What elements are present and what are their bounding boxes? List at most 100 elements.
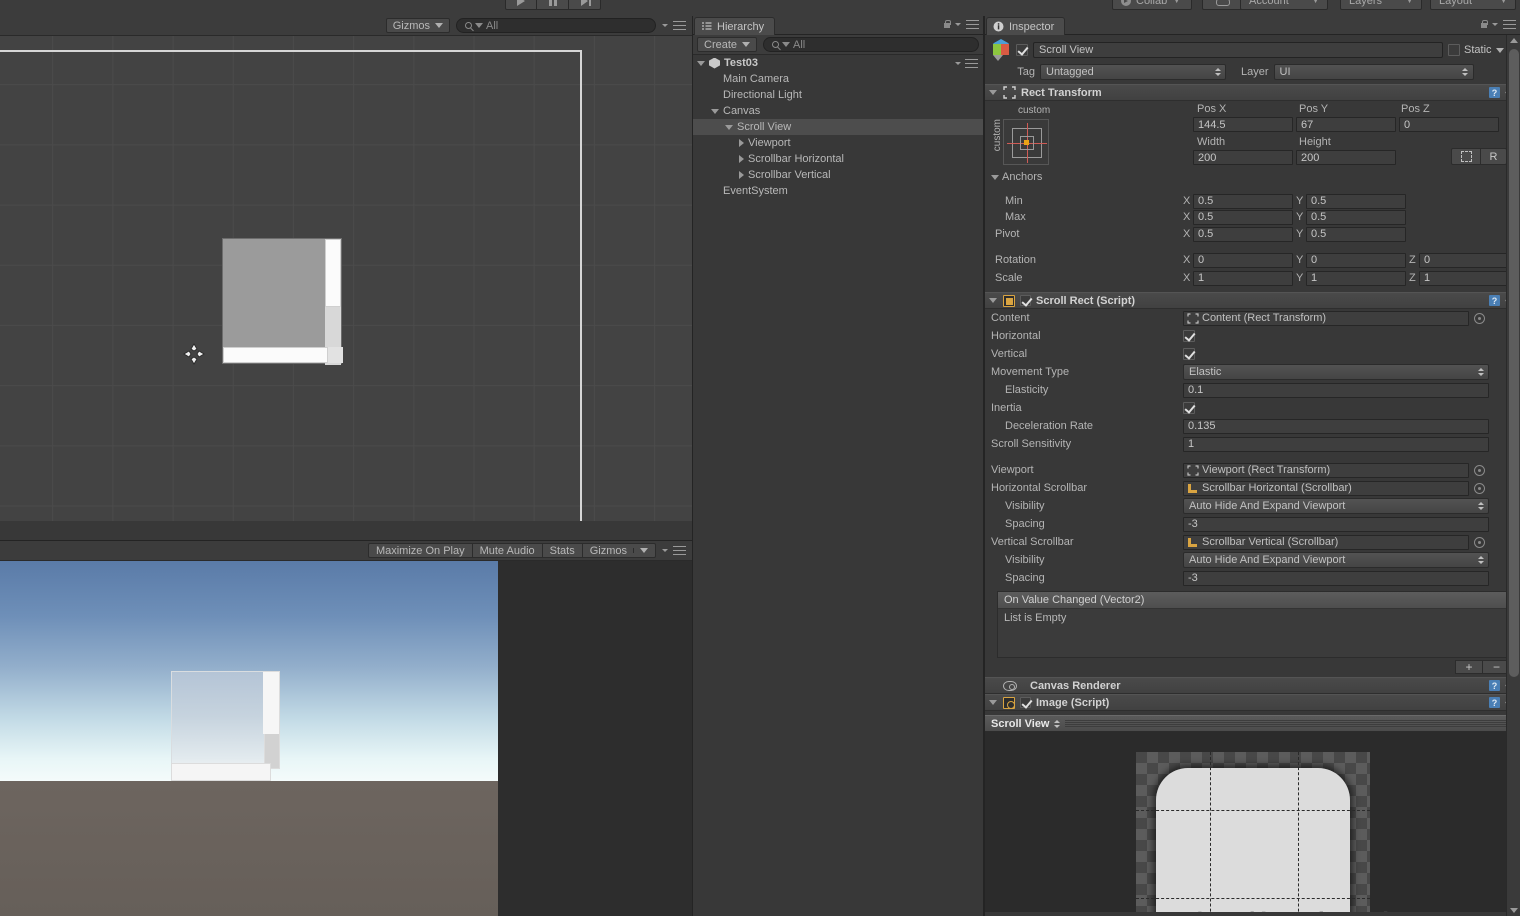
- content-object-field[interactable]: Content (Rect Transform): [1183, 310, 1469, 326]
- services-button[interactable]: [1202, 0, 1244, 10]
- horizontal-scrollbar-picker-button[interactable]: [1474, 482, 1485, 494]
- pivot-y-input[interactable]: 0.5: [1306, 226, 1406, 242]
- gameobject-active-checkbox[interactable]: [1016, 44, 1028, 56]
- rotation-x-input[interactable]: 0: [1193, 252, 1293, 268]
- vertical-spacing-input[interactable]: -3: [1183, 570, 1489, 586]
- content-picker-button[interactable]: [1474, 312, 1485, 324]
- horizontal-scrollbar-object-field[interactable]: Scrollbar Horizontal (Scrollbar): [1183, 480, 1469, 496]
- collapse-triangle-icon[interactable]: [739, 155, 744, 163]
- mute-audio-button[interactable]: Mute Audio: [472, 543, 543, 558]
- hierarchy-item[interactable]: Scrollbar Vertical: [693, 167, 983, 183]
- horizontal-visibility-dropdown[interactable]: Auto Hide And Expand Viewport: [1183, 498, 1489, 514]
- hierarchy-item[interactable]: Scroll View: [693, 119, 983, 135]
- blueprint-mode-button[interactable]: [1451, 148, 1481, 165]
- help-icon[interactable]: ?: [1489, 295, 1500, 306]
- tag-dropdown[interactable]: Untagged: [1040, 64, 1226, 80]
- static-toggle[interactable]: Static: [1448, 44, 1504, 56]
- collab-button[interactable]: Collab ▼: [1112, 0, 1192, 10]
- create-button[interactable]: Create: [697, 37, 758, 52]
- account-button[interactable]: Account ▼: [1240, 0, 1328, 10]
- collapse-triangle-icon[interactable]: [989, 700, 997, 705]
- pos-y-input[interactable]: 67: [1296, 117, 1396, 132]
- raw-edit-button[interactable]: R: [1481, 148, 1507, 165]
- help-icon[interactable]: ?: [1489, 680, 1500, 691]
- chevron-down-icon[interactable]: [1495, 47, 1504, 53]
- scroll-down-arrow-icon[interactable]: [1510, 908, 1518, 913]
- step-button[interactable]: [569, 0, 601, 10]
- scene-search-input[interactable]: All: [456, 18, 656, 33]
- pause-button[interactable]: [537, 0, 569, 10]
- tab-hierarchy[interactable]: Hierarchy: [694, 17, 776, 35]
- hierarchy-item[interactable]: Test03: [693, 55, 983, 71]
- vertical-checkbox[interactable]: [1183, 348, 1195, 360]
- layers-button[interactable]: Layers ▼: [1340, 0, 1422, 10]
- hierarchy-item[interactable]: Viewport: [693, 135, 983, 151]
- collapse-triangle-icon[interactable]: [989, 90, 997, 95]
- hierarchy-search-input[interactable]: All: [763, 37, 979, 52]
- rotation-z-input[interactable]: 0: [1419, 252, 1519, 268]
- game-panel-menu-button[interactable]: [662, 546, 686, 555]
- lock-icon[interactable]: [943, 20, 951, 29]
- gameobject-name-input[interactable]: Scroll View: [1033, 42, 1443, 58]
- expand-triangle-icon[interactable]: [711, 108, 719, 114]
- help-icon[interactable]: ?: [1489, 697, 1500, 708]
- expand-triangle-icon[interactable]: [697, 60, 705, 66]
- layout-button[interactable]: Layout ▼: [1430, 0, 1516, 10]
- maximize-on-play-button[interactable]: Maximize On Play: [367, 543, 473, 558]
- stats-button[interactable]: Stats: [542, 543, 583, 558]
- anchors-foldout[interactable]: Anchors: [991, 171, 1042, 183]
- hierarchy-item[interactable]: Directional Light: [693, 87, 983, 103]
- scene-scroll-view-object[interactable]: [222, 238, 343, 365]
- scale-x-input[interactable]: 1: [1193, 270, 1293, 286]
- deceleration-input[interactable]: 0.135: [1183, 418, 1489, 434]
- width-input[interactable]: 200: [1193, 150, 1293, 165]
- scene-panel-menu-button[interactable]: [662, 21, 686, 30]
- collapse-triangle-icon[interactable]: [739, 171, 744, 179]
- hierarchy-item[interactable]: Canvas: [693, 103, 983, 119]
- hierarchy-panel-menu-button[interactable]: [943, 20, 979, 29]
- vertical-visibility-dropdown[interactable]: Auto Hide And Expand Viewport: [1183, 552, 1489, 568]
- layer-dropdown[interactable]: UI: [1273, 64, 1474, 80]
- anchor-max-y-input[interactable]: 0.5: [1306, 209, 1406, 225]
- height-input[interactable]: 200: [1296, 150, 1396, 165]
- collapse-triangle-icon[interactable]: [739, 139, 744, 147]
- collapse-triangle-icon[interactable]: [991, 174, 999, 180]
- add-event-button[interactable]: +: [1455, 660, 1483, 674]
- horizontal-spacing-input[interactable]: -3: [1183, 516, 1489, 532]
- inertia-checkbox[interactable]: [1183, 402, 1195, 414]
- pos-z-input[interactable]: 0: [1399, 117, 1499, 132]
- viewport-object-field[interactable]: Viewport (Rect Transform): [1183, 462, 1469, 478]
- game-viewport[interactable]: [0, 561, 692, 916]
- movement-type-dropdown[interactable]: Elastic: [1183, 364, 1489, 380]
- scroll-rect-header[interactable]: Scroll Rect (Script) ?: [985, 292, 1520, 309]
- viewport-picker-button[interactable]: [1474, 464, 1485, 476]
- play-button[interactable]: [505, 0, 537, 10]
- hierarchy-item[interactable]: Main Camera: [693, 71, 983, 87]
- horizontal-checkbox[interactable]: [1183, 330, 1195, 342]
- pivot-x-input[interactable]: 0.5: [1193, 226, 1293, 242]
- elasticity-input[interactable]: 0.1: [1183, 382, 1489, 398]
- pos-x-input[interactable]: 144.5: [1193, 117, 1293, 132]
- canvas-renderer-header[interactable]: Canvas Renderer ?: [985, 677, 1520, 694]
- move-tool-gizmo-icon[interactable]: [182, 342, 206, 366]
- scene-viewport[interactable]: [0, 36, 692, 521]
- rotation-y-input[interactable]: 0: [1306, 252, 1406, 268]
- scale-z-input[interactable]: 1: [1419, 270, 1519, 286]
- scene-gizmos-button[interactable]: Gizmos: [385, 18, 450, 33]
- inspector-scrollbar-thumb[interactable]: [1509, 49, 1519, 677]
- scroll-rect-enabled-checkbox[interactable]: [1020, 295, 1031, 306]
- expand-triangle-icon[interactable]: [725, 124, 733, 130]
- scroll-up-arrow-icon[interactable]: [1510, 38, 1518, 43]
- scene-context-menu-button[interactable]: [955, 58, 978, 68]
- inspector-scrollbar[interactable]: [1506, 35, 1520, 916]
- collapse-triangle-icon[interactable]: [989, 298, 997, 303]
- anchor-min-x-input[interactable]: 0.5: [1193, 193, 1293, 209]
- inspector-panel-menu-button[interactable]: [1480, 20, 1516, 29]
- anchor-max-x-input[interactable]: 0.5: [1193, 209, 1293, 225]
- static-checkbox[interactable]: [1448, 44, 1460, 56]
- vertical-scrollbar-object-field[interactable]: Scrollbar Vertical (Scrollbar): [1183, 534, 1469, 550]
- anchor-preset-widget[interactable]: [1003, 119, 1049, 165]
- help-icon[interactable]: ?: [1489, 87, 1500, 98]
- preview-resize-grip[interactable]: [1064, 720, 1515, 727]
- dropdown-arrows-icon[interactable]: [1054, 719, 1061, 728]
